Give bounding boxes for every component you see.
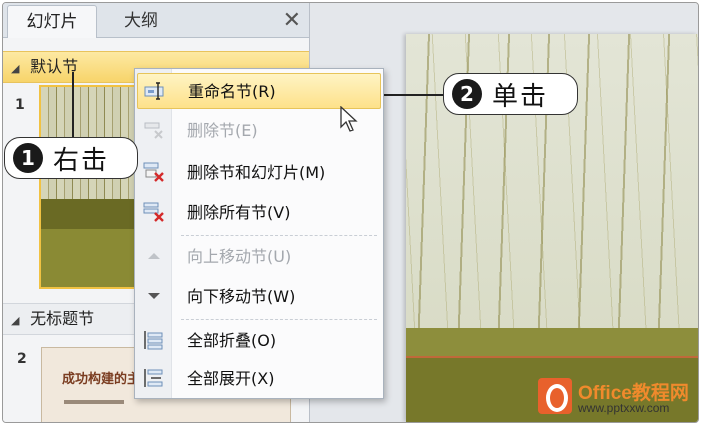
menu-item-label: 重命名节(R) [188, 82, 276, 101]
move-up-icon [148, 253, 160, 259]
menu-item-label: 删除节(E) [187, 121, 258, 140]
menu-item-label: 全部展开(X) [187, 369, 275, 388]
callout-connector-2 [376, 94, 444, 96]
menu-item-delete-all-sections[interactable]: 删除所有节(V) [137, 195, 381, 231]
menu-item-move-section-up[interactable]: 向上移动节(U) [137, 239, 381, 275]
callout-step-2: 2 单击 [443, 73, 578, 115]
collapse-triangle-icon[interactable]: ◢ [11, 54, 25, 84]
menu-separator [181, 319, 377, 320]
slide-number-1: 1 [15, 97, 25, 113]
close-icon[interactable]: ✕ [283, 5, 301, 37]
menu-item-label: 全部折叠(O) [187, 331, 277, 350]
menu-item-collapse-all[interactable]: 全部折叠(O) [137, 323, 381, 359]
menu-item-label: 删除节和幻灯片(M) [187, 163, 326, 182]
section-title-default: 默认节 [30, 57, 79, 76]
menu-item-delete-section-and-slides[interactable]: 删除节和幻灯片(M) [137, 155, 381, 191]
thumbnail-title: 成功构建的主 [62, 372, 141, 387]
menu-item-label: 向下移动节(W) [187, 287, 296, 306]
thumbnail-line [64, 400, 124, 404]
menu-item-move-section-down[interactable]: 向下移动节(W) [137, 279, 381, 315]
pane-tabs: 幻灯片 大纲 ✕ [3, 3, 309, 38]
move-down-icon [148, 293, 160, 299]
watermark: Office教程网 www.pptxxw.com [536, 376, 696, 420]
mouse-cursor-icon [340, 106, 358, 132]
menu-separator [181, 235, 377, 236]
menu-item-expand-all[interactable]: 全部展开(X) [137, 361, 381, 397]
callout-text-2: 单击 [492, 81, 549, 112]
watermark-url: www.pptxxw.com [578, 401, 670, 415]
delete-section-slides-icon [143, 162, 164, 182]
callout-text-1: 右击 [53, 145, 110, 176]
slide-band [406, 328, 698, 356]
step-badge-1: 1 [13, 143, 43, 173]
delete-all-icon [143, 202, 164, 222]
expand-all-icon [144, 369, 163, 387]
collapse-all-icon [144, 331, 163, 350]
menu-item-label: 向上移动节(U) [187, 247, 292, 266]
section-title-untitled: 无标题节 [30, 309, 95, 328]
rename-icon [144, 82, 164, 100]
delete-section-icon [144, 122, 163, 139]
callout-step-1: 1 右击 [4, 137, 138, 179]
tab-slides[interactable]: 幻灯片 [7, 5, 97, 38]
step-badge-2: 2 [452, 79, 482, 109]
callout-connector-1 [72, 72, 74, 138]
slide-number-2: 2 [17, 351, 27, 367]
office-logo-icon [538, 378, 572, 414]
collapse-triangle-icon[interactable]: ◢ [11, 306, 25, 336]
menu-item-rename-section[interactable]: 重命名节(R) [137, 73, 381, 109]
menu-item-label: 删除所有节(V) [187, 203, 291, 222]
tab-outline[interactable]: 大纲 [99, 5, 183, 37]
